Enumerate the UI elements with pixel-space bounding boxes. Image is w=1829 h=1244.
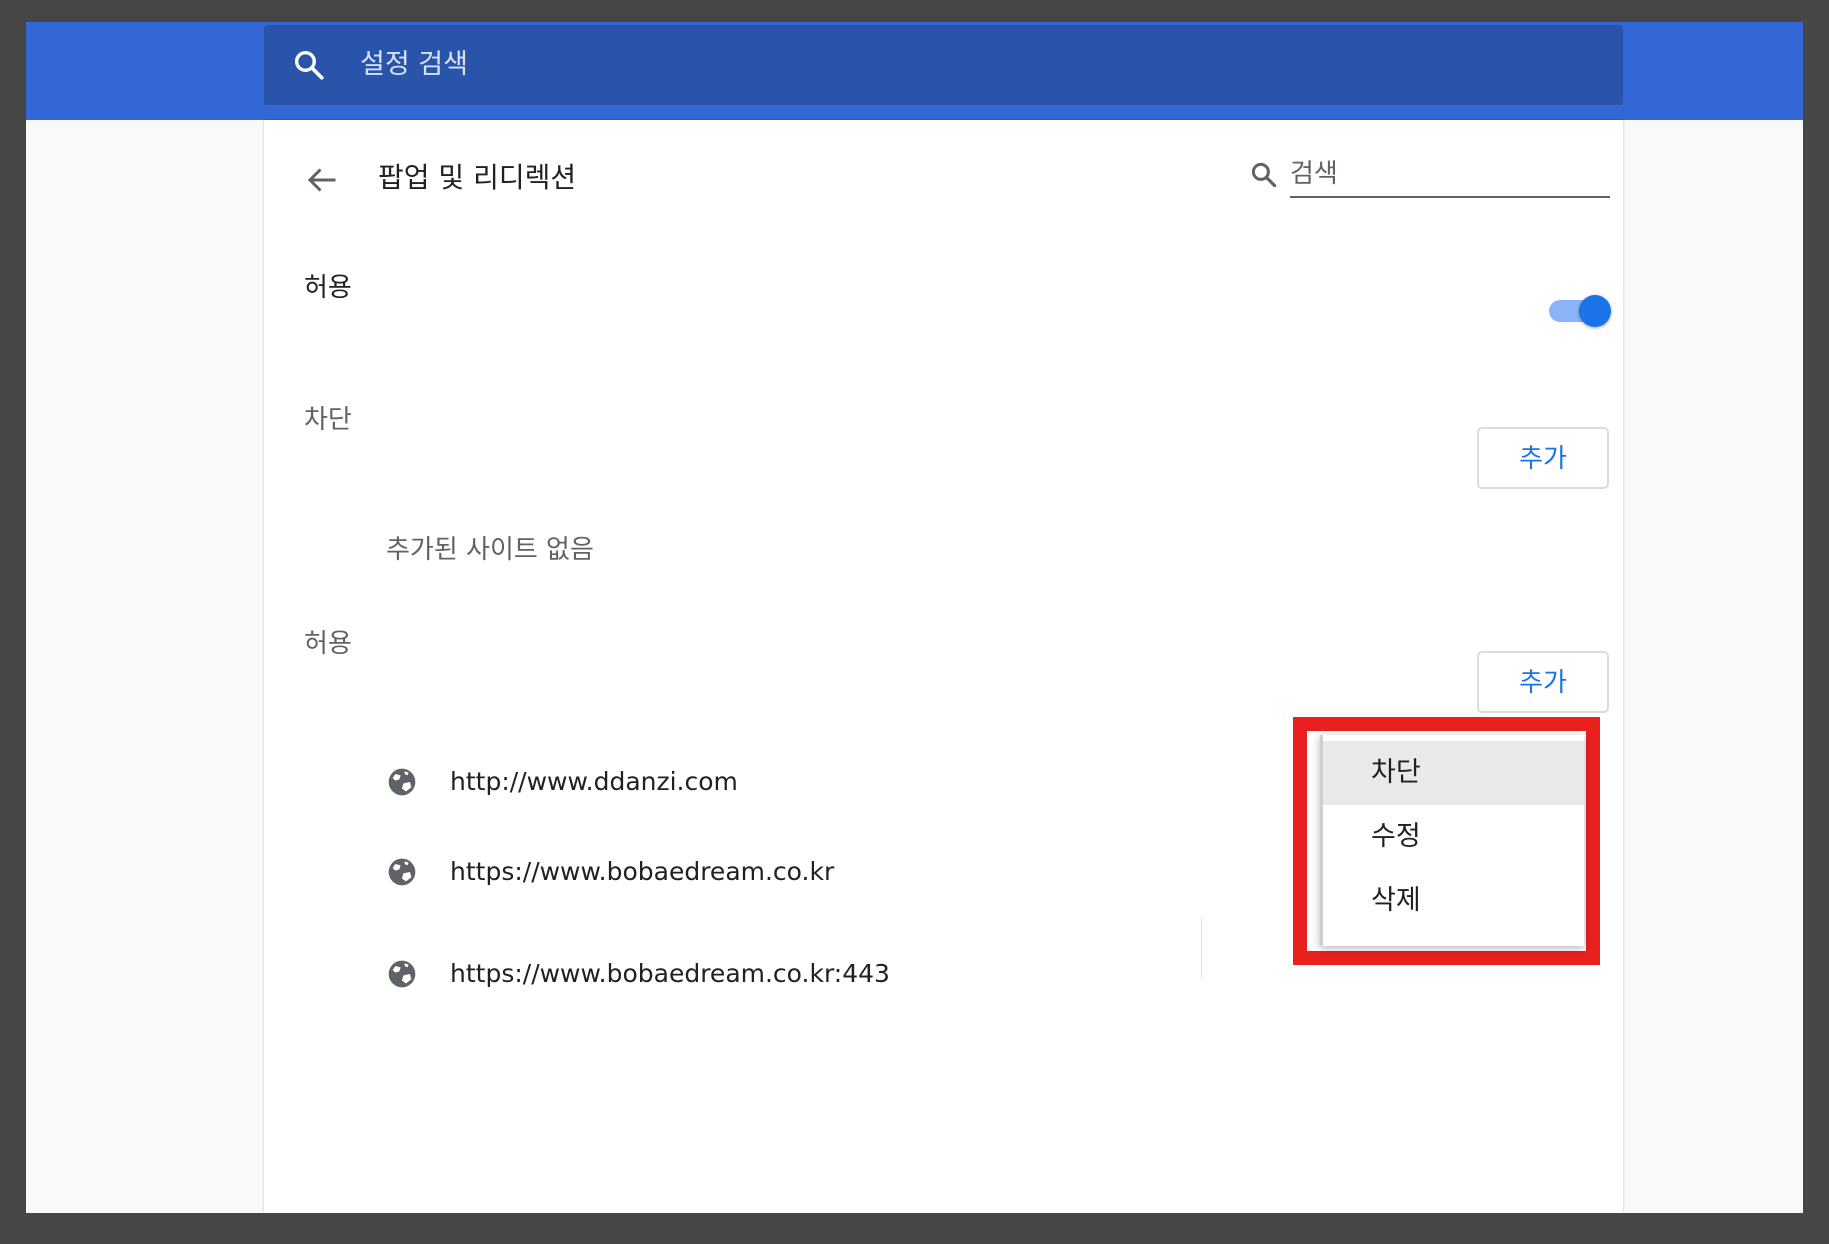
- add-allow-button[interactable]: 추가: [1477, 651, 1609, 713]
- site-action-menu: 차단 수정 삭제: [1320, 735, 1584, 946]
- menu-item-edit[interactable]: 수정: [1323, 805, 1584, 869]
- block-section-label: 차단: [304, 405, 352, 435]
- browser-window: 설정 검색 팝업 및 리디렉션 검색 허용 차단 추가 추가된 사이트 없음 허…: [26, 22, 1803, 1213]
- site-search-input[interactable]: 검색: [1290, 156, 1610, 198]
- allow-toggle-label: 허용: [304, 273, 352, 303]
- toggle-knob: [1579, 295, 1611, 327]
- row-divider: [1201, 918, 1202, 978]
- search-icon: [1251, 162, 1277, 188]
- allow-section-label: 허용: [304, 629, 352, 659]
- globe-icon: [388, 768, 416, 796]
- site-search-placeholder: 검색: [1290, 159, 1338, 189]
- search-icon: [294, 50, 324, 80]
- settings-search-placeholder: 설정 검색: [360, 49, 468, 80]
- site-url: http://www.ddanzi.com: [450, 767, 738, 796]
- globe-icon: [388, 858, 416, 886]
- settings-search-box[interactable]: 설정 검색: [264, 25, 1623, 105]
- globe-icon: [388, 960, 416, 988]
- menu-item-delete[interactable]: 삭제: [1323, 869, 1584, 933]
- site-url: https://www.bobaedream.co.kr:443: [450, 959, 890, 988]
- allow-popups-toggle[interactable]: [1549, 293, 1613, 327]
- settings-header: 설정 검색: [26, 22, 1803, 120]
- popups-settings-card: 팝업 및 리디렉션 검색 허용 차단 추가 추가된 사이트 없음 허용 추가 h…: [264, 120, 1623, 1213]
- menu-item-block[interactable]: 차단: [1323, 741, 1584, 805]
- page-title: 팝업 및 리디렉션: [378, 161, 577, 194]
- block-empty-text: 추가된 사이트 없음: [386, 535, 594, 565]
- site-url: https://www.bobaedream.co.kr: [450, 857, 835, 886]
- add-block-button[interactable]: 추가: [1477, 427, 1609, 489]
- back-arrow-icon[interactable]: [304, 162, 340, 198]
